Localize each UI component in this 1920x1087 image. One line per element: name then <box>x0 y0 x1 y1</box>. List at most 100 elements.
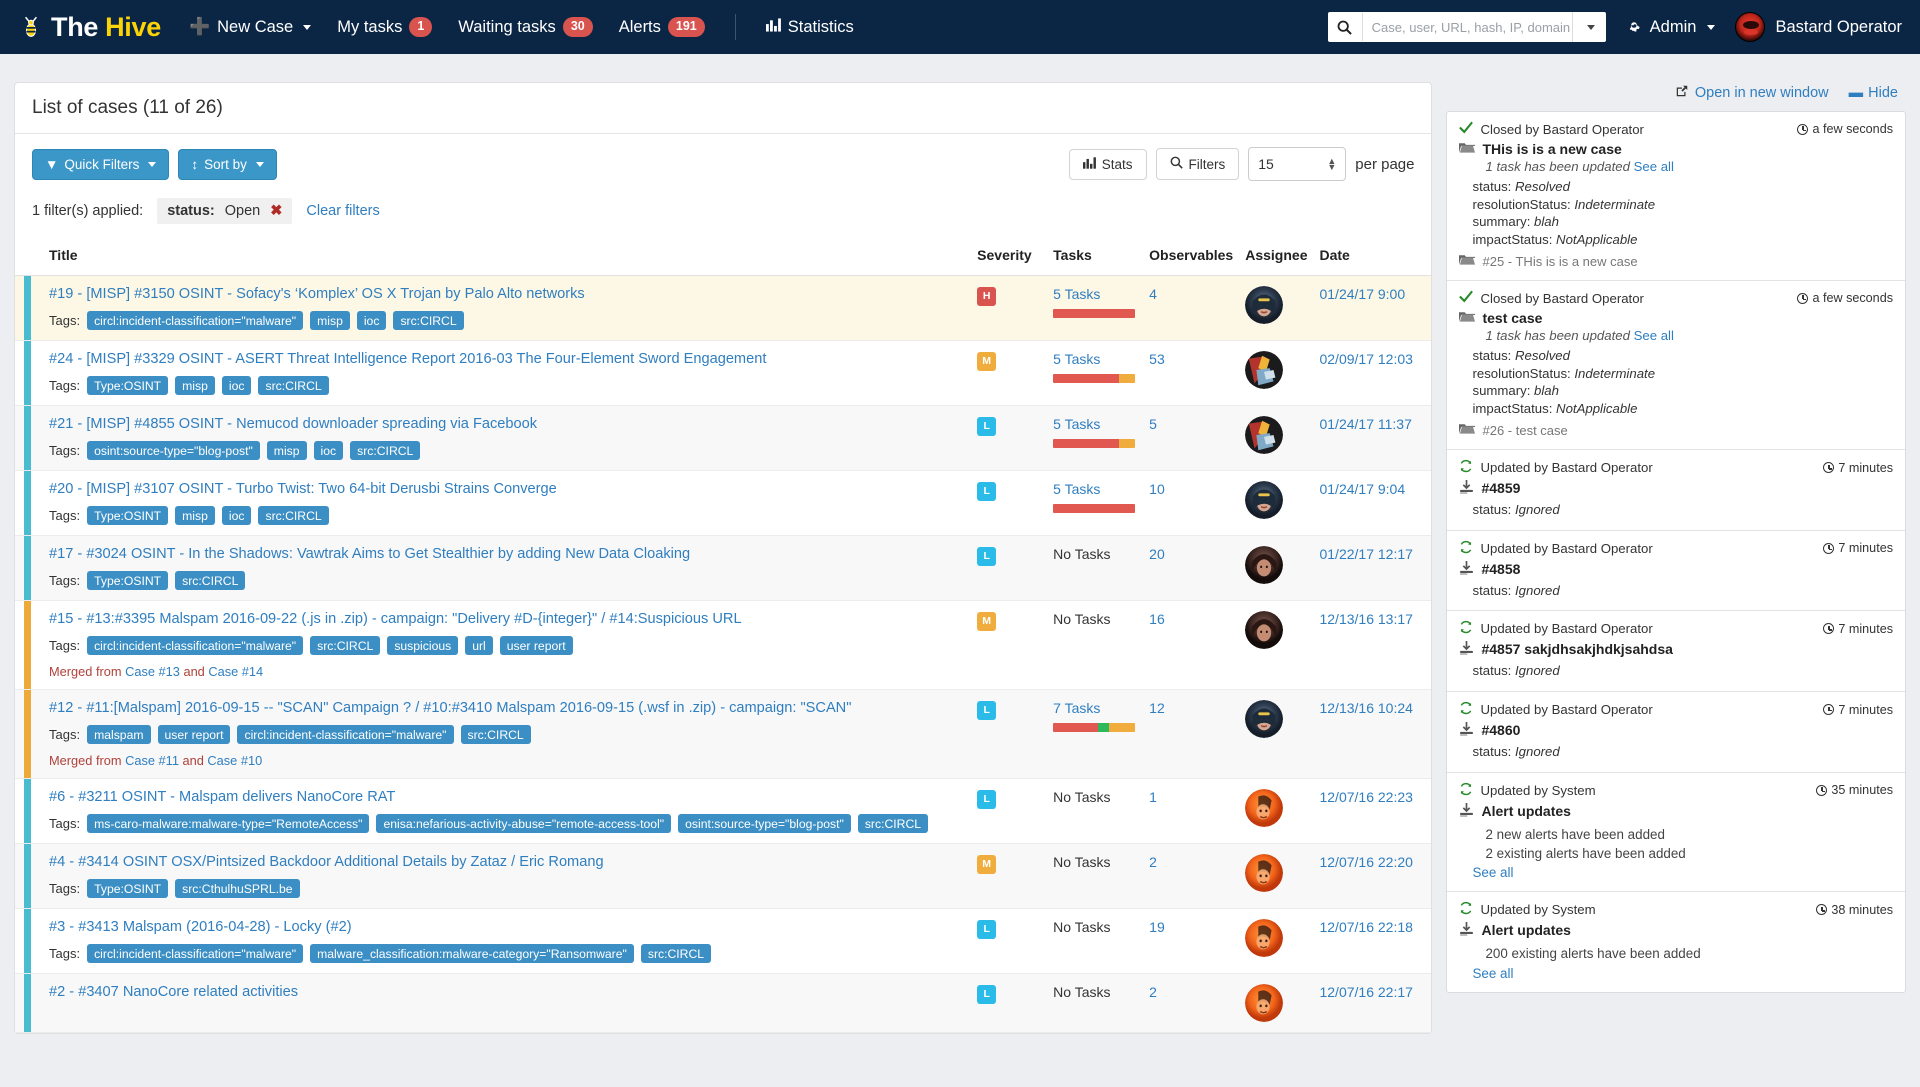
tag-chip[interactable]: misp <box>266 441 307 460</box>
tag-chip[interactable]: malware_classification:malware-category=… <box>310 944 634 963</box>
case-date[interactable]: 01/24/17 9:00 <box>1319 286 1405 302</box>
nav-new-case[interactable]: ➕ New Case <box>189 17 312 37</box>
tasks-label[interactable]: 5 Tasks <box>1053 286 1100 302</box>
case-title-link[interactable]: #19 - [MISP] #3150 OSINT - Sofacy's ‘Kom… <box>49 286 965 302</box>
case-date[interactable]: 01/22/17 12:17 <box>1319 546 1412 562</box>
entry-object[interactable]: Alert updates <box>1459 802 1893 820</box>
case-title-link[interactable]: #24 - [MISP] #3329 OSINT - ASERT Threat … <box>49 351 965 367</box>
activity-entry[interactable]: Updated by Bastard Operator 7 minutes #485… <box>1447 531 1905 612</box>
observables-count[interactable]: 5 <box>1149 416 1157 432</box>
case-title-link[interactable]: #2 - #3407 NanoCore related activities <box>49 984 965 1000</box>
entry-object[interactable]: Alert updates <box>1459 922 1893 939</box>
tag-chip[interactable]: Type:OSINT <box>87 376 169 395</box>
entry-object[interactable]: #4858 <box>1459 560 1893 578</box>
tag-chip[interactable]: circl:incident-classification="malware" <box>87 944 304 963</box>
col-header-severity[interactable]: Severity <box>971 237 1048 276</box>
activity-entry[interactable]: Closed by Bastard Operator a few seconds T… <box>1447 112 1905 282</box>
tag-chip[interactable]: enisa:nefarious-activity-abuse="remote-a… <box>376 814 672 833</box>
entry-object[interactable]: THis is is a new case <box>1459 141 1893 157</box>
table-row[interactable]: #3 - #3413 Malspam (2016-04-28) - Locky … <box>15 908 1432 974</box>
tag-chip[interactable]: user report <box>499 636 573 655</box>
case-date[interactable]: 12/07/16 22:20 <box>1319 854 1412 870</box>
observables-count[interactable]: 19 <box>1149 919 1165 935</box>
tag-chip[interactable]: src:CIRCL <box>857 814 929 833</box>
entry-footer[interactable]: #25 - THis is is a new case <box>1459 253 1893 269</box>
hide-stream-button[interactable]: ▬ Hide <box>1849 85 1898 101</box>
filters-button[interactable]: Filters <box>1155 148 1240 180</box>
open-new-window-link[interactable]: Open in new window <box>1675 84 1829 102</box>
activity-entry[interactable]: Closed by Bastard Operator a few seconds t… <box>1447 281 1905 451</box>
global-search[interactable] <box>1327 12 1606 42</box>
search-input[interactable] <box>1361 13 1572 41</box>
activity-entry[interactable]: Updated by System 35 minutes Alert updates… <box>1447 773 1905 893</box>
tasks-label[interactable]: 5 Tasks <box>1053 481 1100 497</box>
tag-chip[interactable]: ioc <box>356 311 387 330</box>
tag-chip[interactable]: src:CIRCL <box>393 311 464 330</box>
merged-case-link[interactable]: Case #13 <box>125 664 180 679</box>
case-date[interactable]: 12/13/16 10:24 <box>1319 700 1412 716</box>
case-title-link[interactable]: #20 - [MISP] #3107 OSINT - Turbo Twist: … <box>49 481 965 497</box>
table-row[interactable]: #21 - [MISP] #4855 OSINT - Nemucod downl… <box>15 405 1432 471</box>
observables-count[interactable]: 12 <box>1149 700 1165 716</box>
search-scope-dropdown[interactable] <box>1571 12 1606 42</box>
table-row[interactable]: #12 - #11:[Malspam] 2016-09-15 -- "SCAN"… <box>15 689 1432 779</box>
tag-chip[interactable]: src:CIRCL <box>350 441 421 460</box>
activity-entry[interactable]: Updated by Bastard Operator 7 minutes #485… <box>1447 450 1905 531</box>
observables-count[interactable]: 16 <box>1149 611 1165 627</box>
tag-chip[interactable]: src:CIRCL <box>640 944 712 963</box>
see-all-link[interactable]: See all <box>1472 966 1513 981</box>
table-row[interactable]: #6 - #3211 OSINT - Malspam delivers Nano… <box>15 778 1432 844</box>
filter-chip-status[interactable]: status: Open ✖ <box>157 198 293 224</box>
case-date[interactable]: 02/09/17 12:03 <box>1319 351 1412 367</box>
case-title-link[interactable]: #21 - [MISP] #4855 OSINT - Nemucod downl… <box>49 416 965 432</box>
tag-chip[interactable]: Type:OSINT <box>87 879 169 898</box>
tag-chip[interactable]: Type:OSINT <box>87 571 169 590</box>
tasks-label[interactable]: 5 Tasks <box>1053 416 1100 432</box>
table-row[interactable]: #15 - #13:#3395 Malspam 2016-09-22 (.js … <box>15 600 1432 690</box>
stats-button[interactable]: Stats <box>1068 148 1147 180</box>
tag-chip[interactable]: osint:source-type="blog-post" <box>87 441 260 460</box>
col-header-assignee[interactable]: Assignee <box>1239 237 1314 276</box>
merged-case-link[interactable]: Case #10 <box>207 753 262 768</box>
nav-waiting-tasks[interactable]: Waiting tasks 30 <box>458 17 593 37</box>
tag-chip[interactable]: user report <box>157 725 231 744</box>
observables-count[interactable]: 4 <box>1149 286 1157 302</box>
tag-chip[interactable]: circl:incident-classification="malware" <box>87 311 304 330</box>
tag-chip[interactable]: ioc <box>313 441 344 460</box>
table-row[interactable]: #17 - #3024 OSINT - In the Shadows: Vawt… <box>15 535 1432 601</box>
observables-count[interactable]: 2 <box>1149 854 1157 870</box>
col-header-observables[interactable]: Observables <box>1143 237 1240 276</box>
table-row[interactable]: #19 - [MISP] #3150 OSINT - Sofacy's ‘Kom… <box>15 275 1432 341</box>
case-title-link[interactable]: #17 - #3024 OSINT - In the Shadows: Vawt… <box>49 546 965 562</box>
col-header-title[interactable]: Title <box>15 237 972 276</box>
sort-by-button[interactable]: ↕ Sort by <box>178 148 277 180</box>
merged-case-link[interactable]: Case #11 <box>125 753 179 768</box>
see-all-link[interactable]: See all <box>1634 328 1674 343</box>
case-date[interactable]: 12/13/16 13:17 <box>1319 611 1412 627</box>
observables-count[interactable]: 20 <box>1149 546 1165 562</box>
case-date[interactable]: 12/07/16 22:18 <box>1319 919 1412 935</box>
entry-object[interactable]: #4859 <box>1459 480 1893 497</box>
close-icon[interactable]: ✖ <box>270 203 282 219</box>
entry-object[interactable]: #4860 <box>1459 722 1893 739</box>
tag-chip[interactable]: ioc <box>221 376 252 395</box>
tag-chip[interactable]: ioc <box>221 506 252 525</box>
tag-chip[interactable]: url <box>465 636 493 655</box>
tag-chip[interactable]: malspam <box>87 725 151 744</box>
case-date[interactable]: 12/07/16 22:23 <box>1319 789 1412 805</box>
tag-chip[interactable]: misp <box>175 506 215 525</box>
clear-filters-link[interactable]: Clear filters <box>306 203 379 219</box>
tag-chip[interactable]: src:CIRCL <box>258 376 329 395</box>
see-all-link[interactable]: See all <box>1472 865 1513 880</box>
observables-count[interactable]: 2 <box>1149 984 1157 1000</box>
per-page-input[interactable]: 15 ▲ ▼ <box>1248 147 1347 181</box>
table-row[interactable]: #20 - [MISP] #3107 OSINT - Turbo Twist: … <box>15 470 1432 536</box>
case-title-link[interactable]: #6 - #3211 OSINT - Malspam delivers Nano… <box>49 789 965 805</box>
tag-chip[interactable]: src:CIRCL <box>460 725 531 744</box>
tag-chip[interactable]: src:CIRCL <box>310 636 381 655</box>
quick-filters-button[interactable]: ▼ Quick Filters <box>32 148 170 180</box>
tag-chip[interactable]: circl:incident-classification="malware" <box>237 725 454 744</box>
tag-chip[interactable]: ms-caro-malware:malware-type="RemoteAcce… <box>87 814 370 833</box>
case-title-link[interactable]: #12 - #11:[Malspam] 2016-09-15 -- "SCAN"… <box>49 700 965 716</box>
case-title-link[interactable]: #15 - #13:#3395 Malspam 2016-09-22 (.js … <box>49 611 965 627</box>
